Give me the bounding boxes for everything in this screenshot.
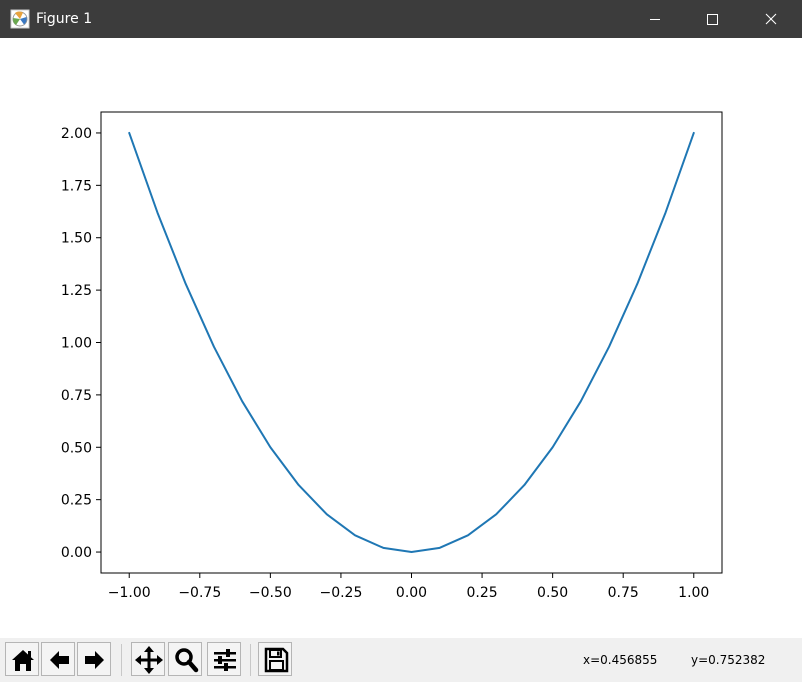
series-line-0 <box>128 131 695 554</box>
close-button[interactable] <box>748 0 794 38</box>
minimize-icon <box>650 19 660 20</box>
matplotlib-app-icon <box>10 9 30 29</box>
x-tick-label: −0.75 <box>178 585 221 601</box>
x-tick-label: −1.00 <box>108 585 151 601</box>
arrow-left-icon <box>50 651 69 669</box>
figure-window: Figure 1 −1.00 −0.75 −0.50 −0.25 0.00 0.25 0.5… <box>0 0 802 682</box>
home-icon <box>12 650 34 671</box>
x-coordinate-readout: x=0.456855 <box>583 653 658 667</box>
y-tick-label: 0.25 <box>61 493 92 509</box>
x-tick-label: 0.75 <box>608 585 639 601</box>
x-tick-label: 1.00 <box>678 585 709 601</box>
axes-frame <box>100 111 723 574</box>
line-chart: −1.00 −0.75 −0.50 −0.25 0.00 0.25 0.50 0.75 1.00… <box>61 111 723 601</box>
back-button[interactable] <box>41 642 75 676</box>
home-button[interactable] <box>5 642 39 676</box>
pan-button[interactable] <box>131 642 165 676</box>
window-title: Figure 1 <box>36 11 93 27</box>
toolbar-separator <box>250 644 251 676</box>
sliders-icon <box>214 649 236 671</box>
zoom-button[interactable] <box>168 642 202 676</box>
y-coordinate-readout: y=0.752382 <box>691 653 766 667</box>
x-tick-label: 0.25 <box>466 585 497 601</box>
y-tick-label: 1.00 <box>61 336 92 352</box>
close-icon <box>765 13 777 25</box>
y-tick-label: 1.25 <box>61 283 92 299</box>
maximize-button[interactable] <box>689 0 735 38</box>
y-tick-label: 0.50 <box>61 440 92 456</box>
y-tick-label: 2.00 <box>61 126 92 142</box>
toolbar-separator <box>121 644 122 676</box>
title-bar[interactable]: Figure 1 <box>0 0 802 38</box>
configure-subplots-button[interactable] <box>207 642 241 676</box>
navigation-toolbar: x=0.456855 y=0.752382 <box>0 638 802 682</box>
arrow-right-icon <box>85 651 104 669</box>
maximize-icon <box>707 14 718 25</box>
y-tick-label: 1.75 <box>61 178 92 194</box>
minimize-button[interactable] <box>632 0 678 38</box>
y-tick-label: 1.50 <box>61 231 92 247</box>
magnifier-icon <box>175 648 199 673</box>
floppy-disk-icon <box>264 647 289 673</box>
y-tick-label: 0.75 <box>61 388 92 404</box>
figure-canvas[interactable]: −1.00 −0.75 −0.50 −0.25 0.00 0.25 0.50 0.75 1.00… <box>0 38 802 638</box>
x-tick-label: −0.25 <box>319 585 362 601</box>
forward-button[interactable] <box>77 642 111 676</box>
x-tick-label: 0.50 <box>537 585 568 601</box>
x-tick-label: −0.50 <box>249 585 292 601</box>
y-tick-label: 0.00 <box>61 545 92 561</box>
save-button[interactable] <box>258 642 292 676</box>
move-arrows-icon <box>135 646 163 674</box>
x-tick-label: 0.00 <box>396 585 427 601</box>
